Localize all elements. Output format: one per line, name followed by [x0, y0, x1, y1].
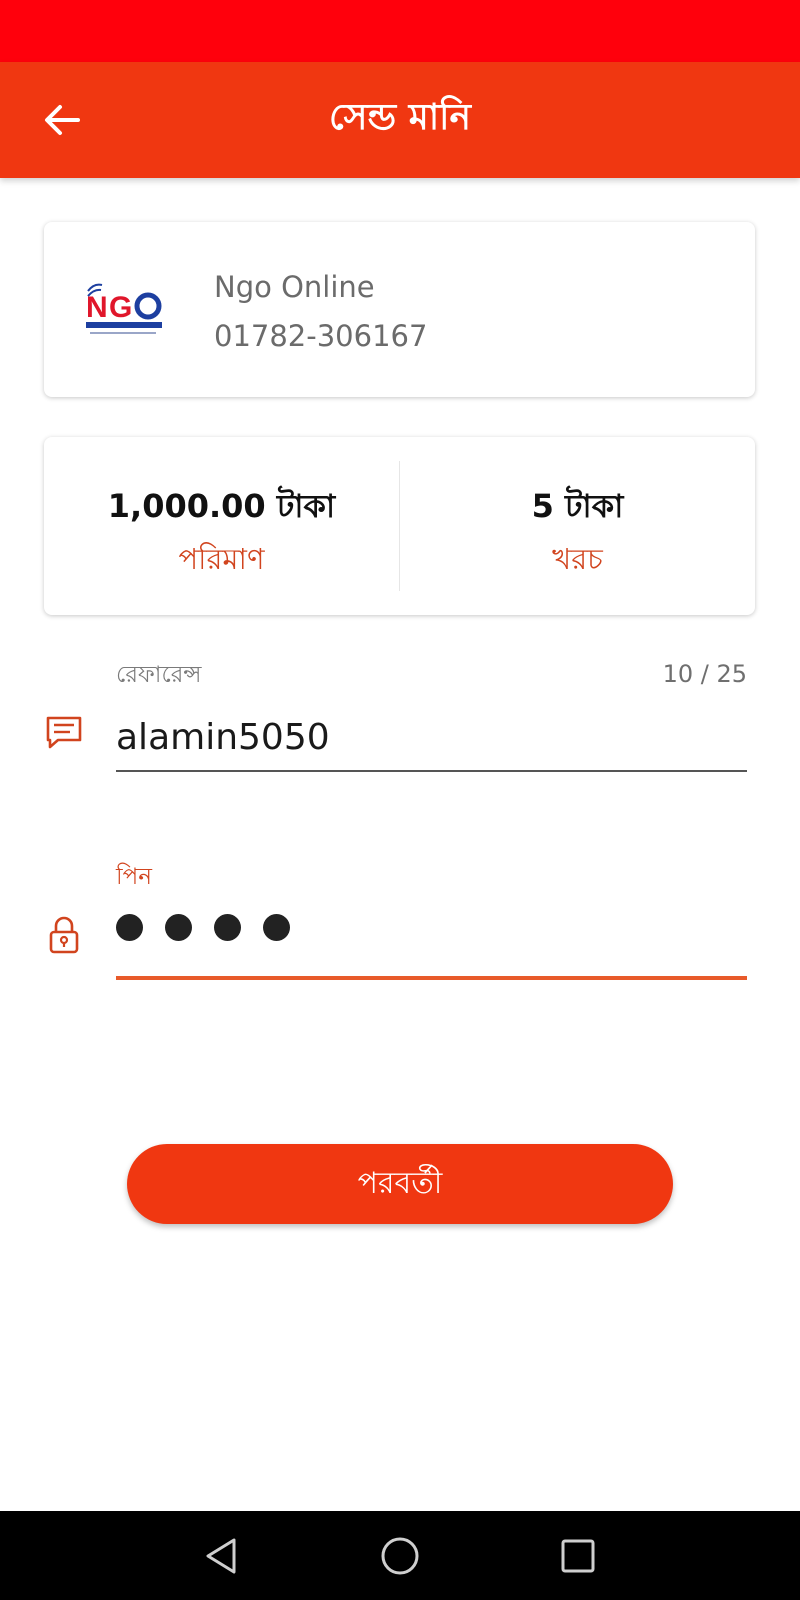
amount-label: পরিমাণ — [178, 542, 265, 576]
nav-recent-icon — [561, 1539, 595, 1573]
pin-underline — [116, 976, 747, 980]
system-nav-bar — [0, 1511, 800, 1600]
nav-back-button[interactable] — [197, 1531, 247, 1581]
nav-back-icon — [206, 1538, 236, 1574]
app-bar: সেন্ড মানি — [0, 62, 800, 178]
nav-home-icon — [381, 1537, 419, 1575]
amount-summary-card: 1,000.00 টাকা পরিমাণ 5 টাকা খরচ — [44, 437, 755, 615]
pin-dot — [263, 914, 290, 941]
ngo-logo: N G — [86, 283, 162, 334]
back-button[interactable] — [36, 90, 88, 150]
reference-underline — [116, 770, 747, 772]
page-title: সেন্ড মানি — [329, 97, 471, 138]
svg-text:G: G — [109, 291, 132, 324]
reference-counter: 10 / 25 — [662, 660, 747, 688]
recipient-name: Ngo Online — [214, 270, 375, 304]
next-button[interactable]: পরবর্তী — [127, 1144, 673, 1224]
pin-dot — [116, 914, 143, 941]
amount-column: 1,000.00 টাকা পরিমাণ — [44, 437, 399, 615]
pin-input[interactable] — [116, 914, 290, 944]
amount-value: 1,000.00 টাকা — [107, 487, 336, 525]
charge-value: 5 টাকা — [531, 487, 624, 525]
lock-icon — [49, 916, 79, 954]
pin-dot — [165, 914, 192, 941]
pin-dot — [214, 914, 241, 941]
reference-label: রেফারেন্স — [116, 662, 202, 688]
charge-label: খরচ — [552, 542, 603, 576]
pin-label: পিন — [116, 864, 152, 890]
message-icon — [46, 716, 82, 749]
charge-column: 5 টাকা খরচ — [400, 437, 755, 615]
nav-recent-button[interactable] — [553, 1531, 603, 1581]
recipient-card: N G Ngo Online 01782-306167 — [44, 222, 755, 397]
nav-home-button[interactable] — [375, 1531, 425, 1581]
status-bar — [0, 0, 800, 62]
reference-input[interactable] — [116, 712, 746, 762]
arrow-left-icon — [45, 105, 80, 135]
svg-text:N: N — [86, 291, 108, 324]
recipient-phone: 01782-306167 — [214, 319, 428, 353]
